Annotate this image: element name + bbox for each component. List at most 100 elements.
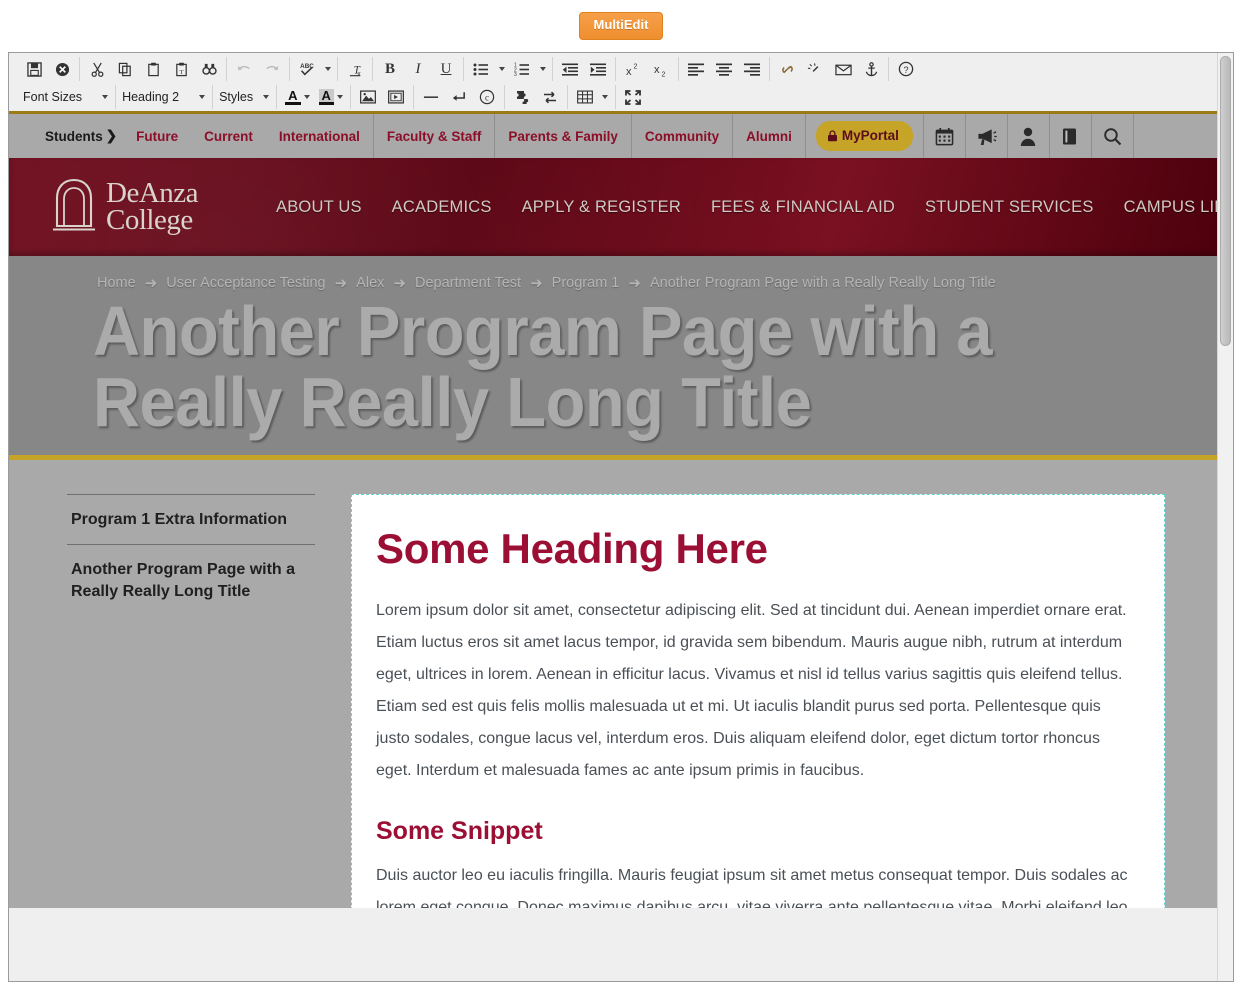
main-nav-campus-life[interactable]: CAMPUS LIFE	[1124, 198, 1219, 217]
sidebar-item-program-1-extra-information[interactable]: Program 1 Extra Information	[67, 493, 315, 545]
align-left-icon[interactable]	[682, 57, 710, 81]
utility-nav-current[interactable]: Current	[191, 114, 266, 158]
italic-icon[interactable]: I	[404, 57, 432, 81]
breadcrumb-item-home[interactable]: Home	[97, 275, 136, 291]
toolbar-group-history	[227, 57, 290, 81]
content-heading: Some Heading Here	[376, 524, 768, 572]
logo-line-2: College	[106, 204, 193, 236]
toolbar-row-2: Font Sizes Heading 2 Styles A A c	[9, 83, 1219, 111]
line-break-icon[interactable]	[445, 85, 473, 109]
redo-icon[interactable]	[258, 57, 286, 81]
hero-banner: Home ➜ User Acceptance Testing ➜ Alex ➜ …	[9, 256, 1219, 460]
font-sizes-select[interactable]: Font Sizes	[17, 85, 117, 109]
svg-text:ABC: ABC	[300, 63, 314, 70]
find-replace-icon[interactable]	[195, 57, 223, 81]
copyright-icon[interactable]: c	[473, 85, 501, 109]
table-chevron-down-icon[interactable]	[599, 85, 612, 109]
toolbar-group-script: x2 x2	[616, 57, 679, 81]
breadcrumb-item-alex[interactable]: Alex	[356, 275, 384, 291]
main-nav-fees-financial-aid[interactable]: FEES & FINANCIAL AID	[711, 198, 895, 217]
vertical-scrollbar[interactable]	[1217, 53, 1233, 981]
myportal-button[interactable]: MyPortal	[815, 121, 913, 151]
breadcrumb-item-department-test[interactable]: Department Test	[415, 275, 521, 291]
underline-icon[interactable]: U	[432, 57, 460, 81]
cut-icon[interactable]	[83, 57, 111, 81]
font-sizes-chevron-down-icon[interactable]	[98, 85, 111, 109]
background-color-icon[interactable]: A	[314, 85, 334, 109]
format-select[interactable]: Heading 2	[116, 85, 214, 109]
main-nav-apply-register[interactable]: APPLY & REGISTER	[522, 198, 681, 217]
bold-icon[interactable]: B	[376, 57, 404, 81]
paste-icon[interactable]	[139, 57, 167, 81]
fullscreen-icon[interactable]	[619, 85, 647, 109]
spellcheck-chevron-down-icon[interactable]	[321, 57, 334, 81]
text-color-icon[interactable]: A	[280, 85, 301, 109]
multiedit-button[interactable]: MultiEdit	[578, 12, 664, 40]
insert-snippet-icon[interactable]	[508, 85, 536, 109]
person-icon[interactable]	[1008, 114, 1049, 158]
numbered-list-icon[interactable]: 123	[508, 57, 536, 81]
help-icon[interactable]: ?	[892, 57, 920, 81]
save-icon[interactable]	[20, 57, 48, 81]
utility-nav-faculty-staff[interactable]: Faculty & Staff	[374, 114, 495, 158]
sidebar-item-another-program-page[interactable]: Another Program Page with a Really Reall…	[67, 544, 315, 616]
insert-asset-icon[interactable]	[536, 85, 564, 109]
utility-nav-community[interactable]: Community	[632, 114, 732, 158]
insert-image-icon[interactable]	[354, 85, 382, 109]
insert-media-icon[interactable]	[382, 85, 410, 109]
subscript-icon[interactable]: x2	[647, 57, 675, 81]
spellcheck-icon[interactable]: ABC	[293, 57, 321, 81]
anchor-icon[interactable]	[857, 57, 885, 81]
table-icon[interactable]	[571, 85, 599, 109]
deanza-wordmark: DeAnza College	[106, 177, 199, 236]
deanza-logo[interactable]: DeAnza College	[51, 176, 199, 239]
vertical-scrollbar-thumb[interactable]	[1220, 56, 1231, 346]
breadcrumb-item-user-acceptance-testing[interactable]: User Acceptance Testing	[166, 275, 325, 291]
utility-nav-parents-family[interactable]: Parents & Family	[495, 114, 631, 158]
book-icon[interactable]	[1050, 114, 1091, 158]
toolbar-group-help: ?	[889, 57, 923, 81]
utility-navigation: Students ❯ Future Current International …	[9, 114, 1219, 158]
styles-select[interactable]: Styles	[213, 85, 278, 109]
undo-icon[interactable]	[230, 57, 258, 81]
search-icon[interactable]	[1092, 114, 1133, 158]
numbered-list-chevron-down-icon[interactable]	[536, 57, 549, 81]
text-color-chevron-down-icon[interactable]	[301, 85, 314, 109]
main-nav-student-services[interactable]: STUDENT SERVICES	[925, 198, 1094, 217]
superscript-icon[interactable]: x2	[619, 57, 647, 81]
main-nav-academics[interactable]: ACADEMICS	[392, 198, 492, 217]
toolbar-group-clipboard: T	[80, 57, 227, 81]
background-color-chevron-down-icon[interactable]	[334, 85, 347, 109]
utility-nav-students-label: Students	[45, 128, 103, 144]
styles-chevron-down-icon[interactable]	[259, 85, 272, 109]
indent-icon[interactable]	[584, 57, 612, 81]
cancel-icon[interactable]	[48, 57, 76, 81]
remove-link-icon[interactable]	[801, 57, 829, 81]
bullet-list-icon[interactable]	[467, 57, 495, 81]
breadcrumb-item-program-1[interactable]: Program 1	[552, 275, 620, 291]
main-nav-about-us[interactable]: ABOUT US	[276, 198, 362, 217]
toolbar-group-indent	[553, 57, 616, 81]
utility-nav-alumni[interactable]: Alumni	[733, 114, 805, 158]
utility-nav-international[interactable]: International	[266, 114, 373, 158]
page-body: Program 1 Extra Information Another Prog…	[9, 459, 1219, 908]
arrow-right-icon: ➜	[144, 275, 158, 292]
calendar-icon[interactable]	[924, 114, 965, 158]
outdent-icon[interactable]	[556, 57, 584, 81]
insert-link-icon[interactable]	[773, 57, 801, 81]
utility-nav-future[interactable]: Future	[123, 114, 191, 158]
logo-line-1: DeAnza	[106, 177, 199, 210]
align-right-icon[interactable]	[738, 57, 766, 81]
align-center-icon[interactable]	[710, 57, 738, 81]
format-chevron-down-icon[interactable]	[195, 85, 208, 109]
horizontal-rule-icon[interactable]	[417, 85, 445, 109]
paste-as-text-icon[interactable]: T	[167, 57, 195, 81]
bullet-list-chevron-down-icon[interactable]	[495, 57, 508, 81]
utility-nav-students[interactable]: Students ❯	[9, 114, 123, 158]
megaphone-icon[interactable]	[966, 114, 1007, 158]
remove-format-icon[interactable]: Tx	[341, 57, 369, 81]
copy-icon[interactable]	[111, 57, 139, 81]
editable-content-region[interactable]: Some Heading Here Lorem ipsum dolor sit …	[351, 493, 1165, 908]
email-link-icon[interactable]	[829, 57, 857, 81]
font-sizes-label: Font Sizes	[23, 90, 83, 104]
